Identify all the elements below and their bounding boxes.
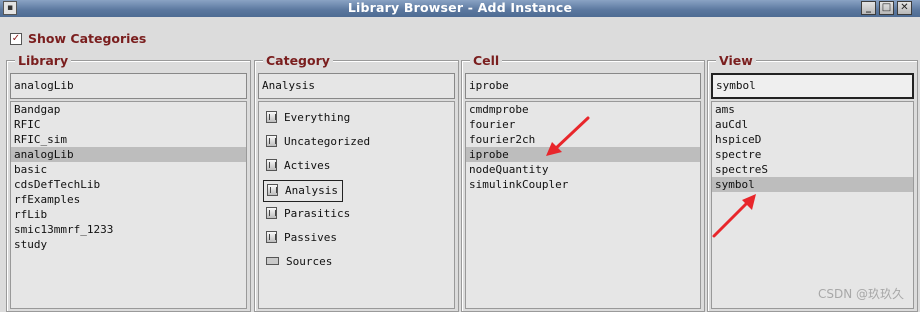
- library-list-item[interactable]: RFIC_sim: [11, 132, 246, 147]
- close-button[interactable]: ✕: [897, 1, 912, 15]
- view-list-item[interactable]: ams: [712, 102, 913, 117]
- cell-panel: Cell iprobe cmdmprobe fourier fourier2ch ip…: [461, 53, 705, 312]
- category-item-label: Passives: [284, 231, 337, 244]
- library-label: Library: [15, 53, 72, 68]
- category-item-label: Parasitics: [284, 207, 351, 220]
- view-list-item[interactable]: spectreS: [712, 162, 913, 177]
- maximize-button[interactable]: □: [879, 1, 894, 15]
- category-panel: Category Analysis Everything Uncategorize…: [254, 53, 459, 312]
- category-item[interactable]: Parasitics: [263, 204, 350, 224]
- category-item-label: Actives: [284, 159, 331, 172]
- view-list-item[interactable]: spectre: [712, 147, 913, 162]
- category-item[interactable]: Passives: [263, 228, 337, 248]
- library-list[interactable]: Bandgap RFIC RFIC_sim analogLib basic cdsDefT…: [10, 101, 247, 309]
- category-item[interactable]: Uncategorized: [263, 132, 370, 152]
- category-item-label: Sources: [286, 255, 333, 268]
- title-bar[interactable]: ▪ Library Browser - Add Instance _ □ ✕: [0, 0, 920, 17]
- category-item[interactable]: Everything: [263, 108, 350, 128]
- category-list[interactable]: Everything Uncategorized Actives Analysis Pa…: [258, 101, 455, 309]
- category-item[interactable]: Analysis: [263, 180, 343, 202]
- library-list-item[interactable]: RFIC: [11, 117, 246, 132]
- folder-flat-icon: [266, 257, 279, 265]
- library-list-item[interactable]: rfLib: [11, 207, 246, 222]
- category-item-label: Everything: [284, 111, 351, 124]
- category-item-label: Analysis: [285, 184, 338, 197]
- view-panel: View symbol ams auCdl hspiceD spectre spectr…: [707, 53, 918, 312]
- library-panel: Library analogLib Bandgap RFIC RFIC_sim ana…: [6, 53, 251, 312]
- view-label: View: [716, 53, 756, 68]
- book-icon: [266, 159, 277, 171]
- book-icon: [267, 184, 278, 196]
- minimize-button[interactable]: _: [861, 1, 876, 15]
- library-list-item[interactable]: smic13mmrf_1233: [11, 222, 246, 237]
- cell-label: Cell: [470, 53, 503, 68]
- cell-list-item[interactable]: simulinkCoupler: [466, 177, 700, 192]
- library-list-item[interactable]: cdsDefTechLib: [11, 177, 246, 192]
- window-title: Library Browser - Add Instance: [347, 0, 573, 15]
- category-item[interactable]: Actives: [263, 156, 330, 176]
- annotation-arrow-view: [712, 194, 756, 238]
- book-icon: [266, 135, 277, 147]
- book-icon: [266, 207, 277, 219]
- watermark: CSDN @玖玖久: [817, 287, 904, 301]
- cell-input[interactable]: iprobe: [465, 73, 701, 99]
- category-label: Category: [263, 53, 333, 68]
- book-icon: [266, 231, 277, 243]
- view-list-item[interactable]: auCdl: [712, 117, 913, 132]
- category-input[interactable]: Analysis: [258, 73, 455, 99]
- category-item[interactable]: Sources: [263, 252, 332, 272]
- view-list-item[interactable]: hspiceD: [712, 132, 913, 147]
- view-input[interactable]: symbol: [711, 73, 914, 99]
- library-list-item[interactable]: study: [11, 237, 246, 252]
- library-input[interactable]: analogLib: [10, 73, 247, 99]
- library-list-item[interactable]: rfExamples: [11, 192, 246, 207]
- show-categories-label: Show Categories: [28, 31, 147, 46]
- library-list-item[interactable]: Bandgap: [11, 102, 246, 117]
- library-list-item[interactable]: basic: [11, 162, 246, 177]
- category-item-label: Uncategorized: [284, 135, 371, 148]
- book-icon: [266, 111, 277, 123]
- cell-list-item[interactable]: nodeQuantity: [466, 162, 700, 177]
- annotation-arrow-cell: [546, 116, 590, 156]
- library-list-item[interactable]: analogLib: [11, 147, 246, 162]
- show-categories-checkbox[interactable]: ✓: [10, 33, 22, 45]
